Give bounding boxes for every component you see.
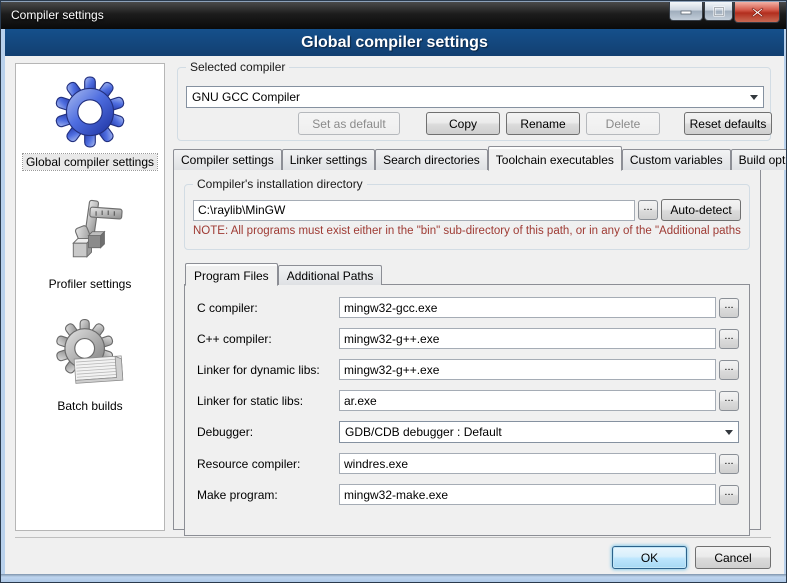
sidebar-item-batch-builds[interactable]: Batch builds [52, 318, 128, 414]
tab-search-directories[interactable]: Search directories [375, 149, 488, 170]
debugger-label: Debugger: [197, 425, 339, 439]
caption-buttons [668, 2, 780, 23]
tab-compiler-settings[interactable]: Compiler settings [173, 149, 282, 170]
chevron-down-icon [721, 423, 737, 441]
cpp-compiler-browse-button[interactable]: ... [719, 329, 739, 349]
programs-notebook: Program Files Additional Paths C compile… [184, 264, 750, 536]
static-linker-input[interactable] [339, 390, 716, 411]
cpp-compiler-input[interactable] [339, 328, 716, 349]
window-title: Compiler settings [11, 8, 104, 22]
settings-category-sidebar: Global compiler settings [15, 63, 165, 531]
toolchain-executables-page: Compiler's installation directory ... Au… [173, 169, 761, 530]
c-compiler-label: C compiler: [197, 301, 339, 315]
ok-button[interactable]: OK [612, 546, 687, 569]
cpp-compiler-label: C++ compiler: [197, 332, 339, 346]
rename-button[interactable]: Rename [506, 112, 580, 135]
gray-gear-papers-icon [52, 318, 128, 394]
program-files-page: C compiler: ... C++ compiler: ... [184, 284, 750, 536]
make-program-label: Make program: [197, 488, 339, 502]
static-linker-browse-button[interactable]: ... [719, 391, 739, 411]
sidebar-item-global-compiler-settings[interactable]: Global compiler settings [23, 74, 157, 170]
c-compiler-input[interactable] [339, 297, 716, 318]
sidebar-item-label: Global compiler settings [23, 154, 157, 170]
sidebar-item-profiler-settings[interactable]: Profiler settings [46, 196, 135, 292]
install-dir-group-label: Compiler's installation directory [193, 177, 367, 191]
tab-linker-settings[interactable]: Linker settings [282, 149, 375, 170]
maximize-button[interactable] [704, 2, 733, 21]
resource-compiler-label: Resource compiler: [197, 457, 339, 471]
compiler-tabs: Compiler settings Linker settings Search… [173, 148, 773, 170]
make-program-input[interactable] [339, 484, 716, 505]
subtab-additional-paths[interactable]: Additional Paths [278, 265, 383, 285]
install-dir-group: Compiler's installation directory ... Au… [184, 184, 750, 250]
chevron-down-icon [746, 88, 762, 106]
debugger-select[interactable]: GDB/CDB debugger : Default [339, 421, 739, 443]
static-linker-label: Linker for static libs: [197, 394, 339, 408]
selected-compiler-group-label: Selected compiler [186, 60, 289, 74]
compiler-settings-window: Compiler settings Global compiler settin… [0, 0, 787, 583]
page-title: Global compiler settings [5, 29, 784, 56]
close-icon [751, 7, 764, 18]
compiler-select[interactable]: GNU GCC Compiler [186, 86, 764, 108]
install-dir-note: NOTE: All programs must exist either in … [193, 225, 741, 237]
cpp-compiler-row: C++ compiler: ... [197, 328, 739, 349]
install-dir-input[interactable] [193, 200, 635, 221]
maximize-icon [713, 6, 725, 17]
resource-compiler-row: Resource compiler: ... [197, 453, 739, 474]
sidebar-item-label: Batch builds [54, 398, 125, 414]
delete-button[interactable]: Delete [586, 112, 660, 135]
c-compiler-row: C compiler: ... [197, 297, 739, 318]
bottom-separator [15, 537, 771, 538]
subtab-program-files[interactable]: Program Files [185, 263, 278, 286]
close-button[interactable] [734, 2, 780, 23]
tab-custom-variables[interactable]: Custom variables [622, 149, 731, 170]
blue-gear-icon [52, 74, 128, 150]
programs-subtabs: Program Files Additional Paths [185, 264, 750, 285]
tab-build-options[interactable]: Build options [731, 149, 787, 170]
c-compiler-browse-button[interactable]: ... [719, 298, 739, 318]
dynamic-linker-row: Linker for dynamic libs: ... [197, 359, 739, 380]
debugger-select-value: GDB/CDB debugger : Default [345, 425, 502, 439]
cancel-button[interactable]: Cancel [695, 546, 771, 569]
resource-compiler-browse-button[interactable]: ... [719, 454, 739, 474]
window-frame-bottom [1, 574, 787, 583]
dynamic-linker-label: Linker for dynamic libs: [197, 363, 339, 377]
debugger-row: Debugger: GDB/CDB debugger : Default [197, 421, 739, 443]
dynamic-linker-input[interactable] [339, 359, 716, 380]
make-program-browse-button[interactable]: ... [719, 485, 739, 505]
autodetect-button[interactable]: Auto-detect [661, 199, 741, 221]
caliper-icon [52, 196, 128, 272]
make-program-row: Make program: ... [197, 484, 739, 505]
minimize-icon [680, 6, 692, 16]
set-as-default-button[interactable]: Set as default [298, 112, 400, 135]
compiler-select-value: GNU GCC Compiler [192, 90, 300, 104]
resource-compiler-input[interactable] [339, 453, 716, 474]
static-linker-row: Linker for static libs: ... [197, 390, 739, 411]
selected-compiler-group: Selected compiler GNU GCC Compiler Set a… [177, 67, 771, 141]
dialog-client-area: Global compiler settings [5, 29, 784, 574]
install-dir-browse-button[interactable]: ... [638, 200, 658, 220]
tab-toolchain-executables[interactable]: Toolchain executables [488, 146, 622, 171]
dynamic-linker-browse-button[interactable]: ... [719, 360, 739, 380]
window-titlebar: Compiler settings [1, 1, 787, 29]
copy-button[interactable]: Copy [426, 112, 500, 135]
reset-defaults-button[interactable]: Reset defaults [684, 112, 772, 135]
sidebar-item-label: Profiler settings [46, 276, 135, 292]
minimize-button[interactable] [669, 2, 703, 21]
